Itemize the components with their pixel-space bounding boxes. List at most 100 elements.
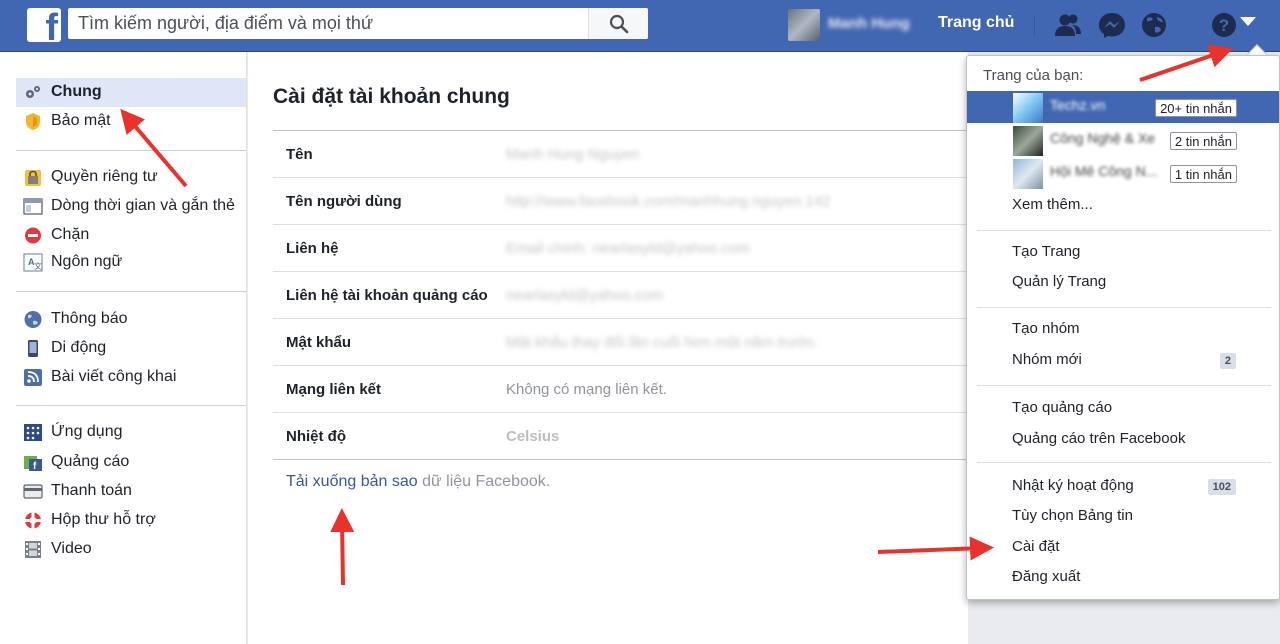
film-icon: [25, 541, 41, 558]
general-settings-panel: Cài đặt tài khoản chung Tên Manh Hung Ng…: [248, 52, 968, 644]
messenger-icon[interactable]: [1096, 10, 1128, 40]
new-groups-count-badge: 2: [1219, 353, 1236, 369]
account-dropdown-menu: Trang của bạn: Techz.vn 20+ tin nhắn Côn…: [966, 55, 1280, 600]
sidebar-item-mobile[interactable]: Di động: [16, 334, 246, 363]
search-icon: [609, 14, 629, 34]
settings-row-name[interactable]: Tên Manh Hung Nguyen: [273, 130, 968, 177]
profile-name: Manh Hung: [828, 15, 910, 32]
sidebar-item-timeline[interactable]: Dòng thời gian và gắn thẻ: [16, 192, 246, 221]
gears-icon: [26, 86, 40, 98]
settings-row-ad-account-contact[interactable]: Liên hệ tài khoản quảng cáo nearlasyld@y…: [273, 271, 968, 318]
search-button[interactable]: [588, 8, 648, 39]
search-input[interactable]: [78, 8, 588, 39]
sidebar-item-label: Quyền riêng tư: [51, 168, 158, 185]
lifebuoy-icon: [25, 512, 41, 529]
settings-row-value: Không có mạng liên kết.: [506, 381, 667, 398]
settings-row-value: nearlasyld@yahoo.com: [506, 287, 663, 304]
sidebar-item-notifications[interactable]: Thông báo: [16, 305, 246, 334]
credit-card-icon: [23, 484, 43, 499]
menu-item-settings[interactable]: Cài đặt: [1012, 538, 1060, 555]
menu-item-facebook-ads[interactable]: Quảng cáo trên Facebook: [1012, 430, 1185, 447]
menu-item-activity-log[interactable]: Nhật ký hoạt động: [1012, 477, 1134, 494]
facebook-logo-letter: f: [45, 7, 58, 49]
home-link[interactable]: Trang chủ: [938, 14, 1014, 32]
sidebar-item-label: Thông báo: [51, 310, 128, 327]
page-thumbnail: [1013, 159, 1043, 189]
menu-item-create-group[interactable]: Tạo nhóm: [1012, 320, 1080, 337]
sidebar-item-block[interactable]: Chặn: [16, 221, 246, 250]
settings-row-value: http://www.facebook.com/manhhung.nguyen.…: [506, 193, 831, 210]
menu-item-news-feed-preferences[interactable]: Tùy chọn Bảng tin: [1012, 507, 1133, 524]
settings-row-temperature[interactable]: Nhiệt độ Celsius: [273, 412, 968, 459]
sidebar-item-label: Video: [51, 540, 92, 557]
page-message-badge: 20+ tin nhắn: [1155, 99, 1237, 117]
sidebar-item-privacy[interactable]: Quyền riêng tư: [16, 163, 246, 192]
table-bottom-divider: [273, 459, 968, 460]
lock-icon: [25, 170, 41, 186]
settings-row-username[interactable]: Tên người dùng http://www.facebook.com/m…: [273, 177, 968, 224]
menu-item-log-out[interactable]: Đăng xuất: [1012, 568, 1080, 585]
page-title: Cài đặt tài khoản chung: [273, 85, 510, 108]
settings-row-label: Nhiệt độ: [286, 428, 346, 445]
shield-icon: [26, 113, 40, 130]
sidebar-item-label: Ngôn ngữ: [51, 253, 123, 270]
sidebar-item-label: Ứng dụng: [51, 423, 123, 440]
sidebar-item-video[interactable]: Video: [16, 535, 246, 564]
page-name: Công Nghệ & Xe: [1050, 130, 1156, 146]
settings-row-label: Mật khẩu: [286, 334, 352, 351]
settings-row-label: Mạng liên kết: [286, 381, 382, 398]
sidebar-item-label: Bảo mật: [51, 112, 111, 129]
download-data-line: Tải xuống bản sao dữ liệu Facebook.: [286, 473, 550, 491]
page-item[interactable]: Techz.vn 20+ tin nhắn: [967, 91, 1279, 123]
see-more-link[interactable]: Xem thêm...: [1012, 196, 1093, 213]
language-icon: A文: [23, 253, 43, 272]
settings-row-value: Mật khẩu thay đổi lần cuối hơn một năm t…: [506, 334, 819, 351]
menu-item-new-groups[interactable]: Nhóm mới: [1012, 351, 1082, 368]
menu-divider: [977, 462, 1271, 463]
top-navigation-bar: f Manh Hung Trang chủ ?: [0, 0, 1280, 52]
download-copy-link[interactable]: Tải xuống bản sao: [286, 473, 418, 490]
menu-item-create-page[interactable]: Tạo Trang: [1012, 243, 1080, 260]
sidebar-item-label: Chung: [51, 83, 102, 100]
menu-item-manage-pages[interactable]: Quản lý Trang: [1012, 273, 1106, 290]
settings-row-value: Celsius: [506, 428, 560, 445]
svg-text:?: ?: [1219, 16, 1229, 35]
sidebar-item-general[interactable]: Chung: [16, 78, 246, 107]
avatar: [788, 9, 820, 41]
page-name: Techz.vn: [1050, 97, 1106, 113]
settings-row-value: Manh Hung Nguyen: [506, 146, 640, 163]
settings-sidebar: Chung Bảo mật Quyền riêng tư Dòng thời g…: [0, 52, 247, 644]
sidebar-item-security[interactable]: Bảo mật: [16, 107, 246, 136]
facebook-logo[interactable]: f: [27, 8, 61, 47]
settings-row-label: Tên người dùng: [286, 193, 402, 210]
topbar-divider: [1034, 16, 1035, 36]
sidebar-item-apps[interactable]: Ứng dụng: [16, 418, 246, 447]
your-pages-header: Trang của bạn:: [983, 67, 1084, 84]
settings-row-label: Liên hệ tài khoản quảng cáo: [286, 287, 488, 304]
ads-icon: f: [24, 456, 42, 472]
page-item[interactable]: Hội Mê Công N... 1 tin nhắn: [967, 157, 1279, 189]
sidebar-item-public-posts[interactable]: Bài viết công khai: [16, 363, 246, 392]
settings-row-password[interactable]: Mật khẩu Mật khẩu thay đổi lần cuối hơn …: [273, 318, 968, 365]
svg-text:文: 文: [34, 261, 42, 271]
notifications-globe-icon[interactable]: [1138, 10, 1170, 40]
page-name: Hội Mê Công N...: [1050, 163, 1158, 179]
sidebar-item-support-inbox[interactable]: Hộp thư hỗ trợ: [16, 506, 246, 535]
account-dropdown-icon[interactable]: [1240, 17, 1256, 26]
sidebar-item-language[interactable]: A文 Ngôn ngữ: [16, 248, 246, 277]
settings-row-contact[interactable]: Liên hệ Email chính: nearlasyld@yahoo.co…: [273, 224, 968, 271]
activity-log-count-badge: 102: [1207, 479, 1236, 495]
download-suffix-text: dữ liệu Facebook.: [417, 473, 551, 490]
menu-divider: [977, 385, 1271, 386]
page-message-badge: 2 tin nhắn: [1169, 132, 1237, 150]
sidebar-item-payments[interactable]: Thanh toán: [16, 477, 246, 506]
rss-icon: [24, 369, 42, 386]
settings-row-networks[interactable]: Mạng liên kết Không có mạng liên kết.: [273, 365, 968, 412]
page-item[interactable]: Công Nghệ & Xe 2 tin nhắn: [967, 124, 1279, 156]
friend-requests-icon[interactable]: [1052, 10, 1084, 40]
sidebar-item-ads[interactable]: f Quảng cáo: [16, 448, 246, 477]
menu-item-create-ad[interactable]: Tạo quảng cáo: [1012, 399, 1112, 416]
help-icon[interactable]: ?: [1208, 10, 1240, 40]
settings-row-value: Email chính: nearlasyld@yahoo.com: [506, 240, 750, 257]
sidebar-item-label: Chặn: [51, 226, 90, 243]
